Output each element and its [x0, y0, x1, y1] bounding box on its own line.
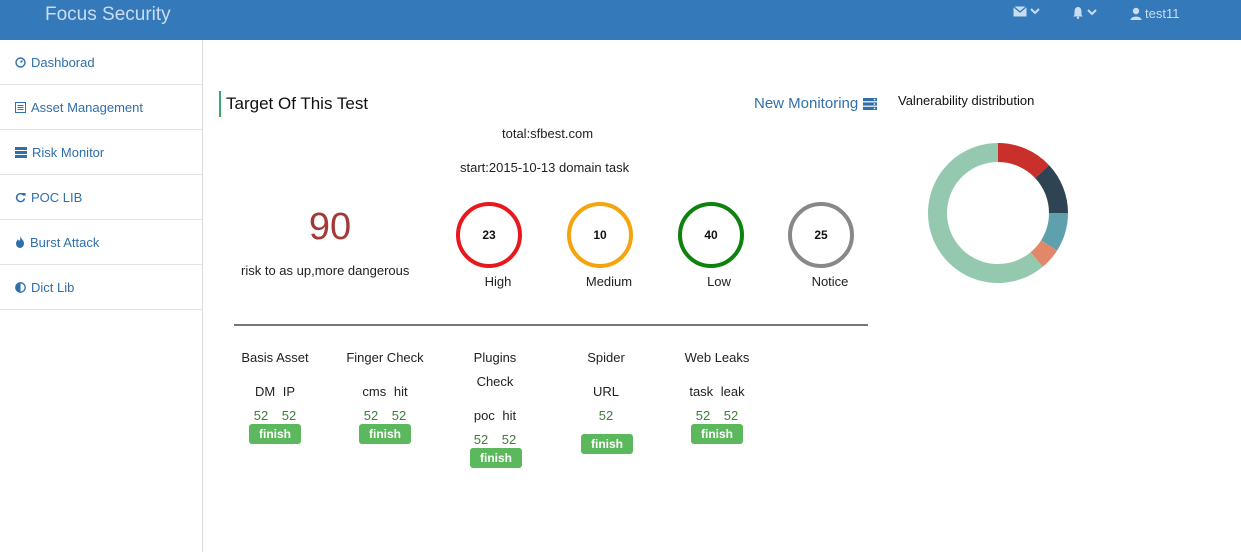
sidebar: Dashborad Asset Management Risk Monitor …: [0, 40, 203, 552]
medium-label: Medium: [585, 274, 633, 289]
title-accent: [219, 91, 221, 117]
plugins-check-finish-button[interactable]: finish: [470, 448, 522, 468]
medium-count: 10: [593, 228, 607, 242]
brand-logo[interactable]: Focus Security: [45, 4, 171, 26]
spider-finish-button[interactable]: finish: [581, 434, 633, 454]
basis-asset-finish-button[interactable]: finish: [249, 424, 301, 444]
basis-asset-title: Basis Asset: [241, 350, 309, 365]
chevron-down-icon: [1030, 8, 1040, 15]
chevron-down-icon: [1087, 9, 1097, 16]
notice-label: Notice: [811, 274, 849, 289]
spider-title: Spider: [587, 350, 625, 365]
sidebar-item-label: POC LIB: [31, 189, 83, 205]
plugins-check-sub: poc hit: [473, 408, 517, 423]
plugins-check-values: 52 52: [473, 432, 517, 447]
finger-check-title: Finger Check: [346, 350, 424, 365]
spider-sub: URL: [592, 384, 619, 399]
notifications-dropdown[interactable]: [1072, 6, 1097, 19]
messages-dropdown[interactable]: [1013, 6, 1040, 17]
sidebar-item-dashboard[interactable]: Dashborad: [0, 40, 202, 85]
list-icon: [15, 101, 26, 113]
sidebar-item-label: Burst Attack: [30, 234, 100, 250]
plugins-check-title-line1: Plugins: [473, 350, 517, 365]
user-menu[interactable]: test11: [1130, 6, 1179, 21]
envelope-icon: [1013, 6, 1027, 17]
main-content: Target Of This Test New Monitoring total…: [203, 40, 1241, 552]
sidebar-item-burst-attack[interactable]: Burst Attack: [0, 220, 202, 265]
sidebar-item-poc-lib[interactable]: POC LIB: [0, 175, 202, 220]
notice-count-ring: 25: [788, 202, 854, 268]
dashboard-icon: [15, 56, 26, 68]
medium-count-ring: 10: [567, 202, 633, 268]
new-monitoring-link[interactable]: New Monitoring: [754, 95, 878, 112]
plugins-check-title-line2: Check: [476, 374, 514, 389]
basis-asset-values: 52 52: [253, 408, 297, 423]
low-count: 40: [704, 228, 718, 242]
sidebar-item-label: Dict Lib: [31, 279, 75, 295]
finger-check-values: 52 52: [363, 408, 407, 423]
page-title: Target Of This Test: [226, 94, 369, 113]
new-monitoring-label: New Monitoring: [754, 95, 859, 112]
spider-values: 52: [598, 408, 614, 423]
high-count: 23: [482, 228, 496, 242]
basis-asset-sub: DM IP: [254, 384, 296, 399]
sidebar-item-label: Risk Monitor: [32, 144, 105, 160]
web-leaks-title: Web Leaks: [684, 350, 750, 365]
divider: [234, 324, 868, 326]
risk-score: 90: [308, 206, 352, 248]
sidebar-item-dict-lib[interactable]: Dict Lib: [0, 265, 202, 310]
sidebar-item-asset-management[interactable]: Asset Management: [0, 85, 202, 130]
target-total: total:sfbest.com: [502, 126, 594, 141]
sidebar-item-label: Asset Management: [31, 99, 144, 115]
server-icon: [863, 97, 878, 110]
sidebar-item-risk-monitor[interactable]: Risk Monitor: [0, 130, 202, 175]
low-label: Low: [707, 274, 731, 289]
low-count-ring: 40: [678, 202, 744, 268]
web-leaks-values: 52 52: [695, 408, 739, 423]
fire-icon: [16, 236, 24, 248]
username: test11: [1145, 6, 1180, 21]
high-count-ring: 23: [456, 202, 522, 268]
distribution-title: Valnerability distribution: [898, 93, 1035, 108]
risk-score-label: risk to as up,more dangerous: [241, 263, 410, 278]
finger-check-finish-button[interactable]: finish: [359, 424, 411, 444]
contrast-icon: [15, 281, 26, 293]
top-navbar: Focus Security test11: [0, 0, 1241, 40]
web-leaks-sub: task leak: [689, 384, 745, 399]
high-label: High: [484, 274, 512, 289]
sidebar-item-label: Dashborad: [31, 54, 95, 70]
target-start: start:2015-10-13 domain task: [460, 160, 630, 175]
bell-icon: [1073, 7, 1083, 19]
notice-count: 25: [814, 228, 828, 242]
refresh-icon: [15, 192, 26, 202]
server-icon: [15, 146, 27, 158]
web-leaks-finish-button[interactable]: finish: [691, 424, 743, 444]
vulnerability-donut-chart: [928, 143, 1068, 283]
finger-check-sub: cms hit: [362, 384, 408, 399]
user-icon: [1130, 7, 1142, 20]
